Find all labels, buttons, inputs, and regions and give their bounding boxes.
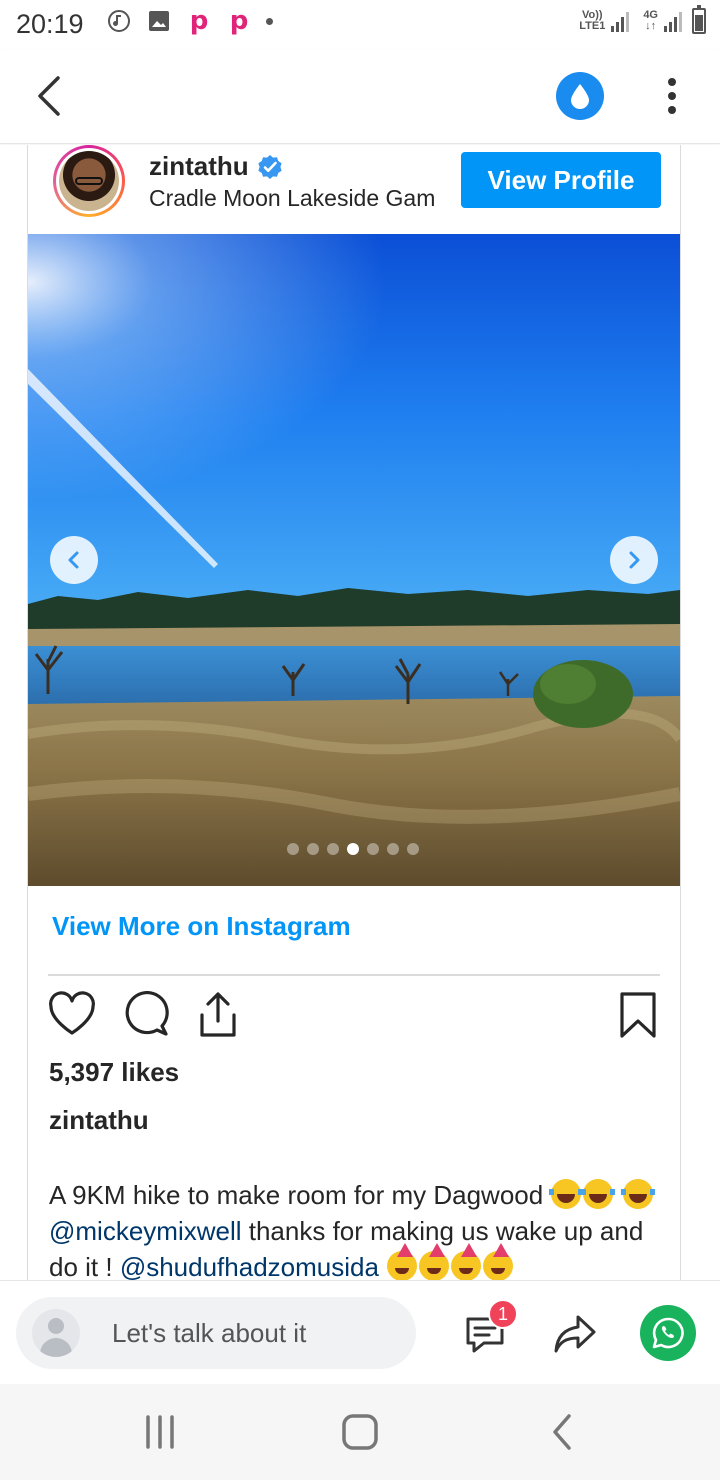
system-navigation-bar <box>0 1384 720 1480</box>
mention-link[interactable]: @shudufhadzomusida <box>120 1252 379 1280</box>
upload-share-icon <box>200 992 236 1037</box>
back-button[interactable] <box>30 74 70 118</box>
signal-1-icon <box>611 10 630 32</box>
chevron-left-icon <box>38 76 60 116</box>
like-button[interactable] <box>48 991 96 1039</box>
embedded-post-content[interactable]: zintathu Cradle Moon Lakeside Gam View P… <box>0 145 720 1280</box>
home-button[interactable] <box>340 1412 380 1452</box>
carousel-previous-button[interactable] <box>50 536 98 584</box>
likes-count[interactable]: 5,397 likes <box>49 1057 179 1088</box>
save-button[interactable] <box>614 991 662 1039</box>
comment-placeholder: Let's talk about it <box>112 1317 307 1348</box>
data-arrows-label: ↓↑ <box>645 20 657 32</box>
signal-2-icon <box>664 10 682 32</box>
laughing-emoji-icon <box>581 1179 616 1209</box>
comment-input[interactable]: Let's talk about it <box>16 1297 416 1369</box>
share-button[interactable] <box>194 991 242 1039</box>
recents-button[interactable] <box>140 1412 180 1452</box>
heart-icon <box>49 991 95 1035</box>
whatsapp-icon <box>652 1317 684 1349</box>
user-avatar-icon <box>32 1309 80 1357</box>
post-location[interactable]: Cradle Moon Lakeside Gam <box>149 185 435 212</box>
carousel-dot <box>287 843 299 855</box>
chevron-left-icon <box>68 551 79 569</box>
app-bar <box>0 50 720 144</box>
post-actions <box>48 991 660 1041</box>
notification-icons: p p <box>106 6 273 36</box>
party-face-emoji-icon <box>419 1243 450 1280</box>
comment-bubble-icon <box>125 991 169 1036</box>
carousel-dots <box>287 843 419 855</box>
chevron-right-icon <box>629 551 640 569</box>
username-text: zintathu <box>149 151 249 181</box>
comment-bar: Let's talk about it 1 <box>0 1280 720 1384</box>
whatsapp-share-button[interactable] <box>640 1305 696 1361</box>
carousel-dot <box>327 843 339 855</box>
system-back-button[interactable] <box>543 1412 583 1452</box>
view-profile-button[interactable]: View Profile <box>461 152 661 208</box>
status-bar: 20:19 p p Vo)) LTE1 4G ↓↑ <box>0 0 720 50</box>
caption-username[interactable]: zintathu <box>49 1105 149 1136</box>
more-notifications-dot-icon <box>266 17 273 25</box>
carousel-dot <box>367 843 379 855</box>
bookmark-icon <box>620 992 656 1038</box>
mention-link[interactable]: @mickeymixwell <box>49 1216 242 1246</box>
music-notification-icon <box>106 8 132 34</box>
comment-button[interactable] <box>122 991 170 1039</box>
post-caption: A 9KM hike to make room for my Dagwood @… <box>49 1177 669 1280</box>
battery-icon <box>692 5 706 34</box>
status-right: Vo)) LTE1 4G ↓↑ <box>579 5 706 34</box>
back-icon <box>553 1414 571 1450</box>
comment-count-badge: 1 <box>488 1299 518 1329</box>
verified-badge-icon <box>258 154 282 179</box>
carousel-dot <box>307 843 319 855</box>
party-face-emoji-icon <box>451 1243 482 1280</box>
laughing-emoji-icon <box>549 1179 584 1209</box>
p-app-notification-icon-2: p <box>229 6 249 36</box>
water-drop-icon <box>571 84 589 109</box>
view-more-on-instagram-link[interactable]: View More on Instagram <box>52 911 351 942</box>
post-username[interactable]: zintathu <box>149 151 283 182</box>
p-app-notification-icon: p <box>189 6 209 36</box>
vertical-dots-icon <box>668 78 676 86</box>
lake-landscape-image <box>28 234 680 886</box>
party-face-emoji-icon <box>483 1243 514 1280</box>
caption-text: A 9KM hike to make room for my Dagwood <box>49 1180 544 1210</box>
water-drop-button[interactable] <box>556 72 604 120</box>
divider <box>48 974 660 976</box>
volte-indicator: Vo)) LTE1 <box>579 10 605 32</box>
carousel-dot-active <box>347 843 359 855</box>
laughing-emoji-icon <box>620 1179 655 1209</box>
avatar <box>59 151 119 211</box>
post-photo[interactable] <box>28 234 680 886</box>
forward-arrow-icon <box>554 1315 596 1353</box>
home-icon <box>342 1414 378 1450</box>
gallery-notification-icon <box>146 8 172 34</box>
post-header: zintathu Cradle Moon Lakeside Gam View P… <box>28 145 680 234</box>
carousel-dot <box>407 843 419 855</box>
forward-share-button[interactable] <box>552 1311 598 1357</box>
story-ring[interactable] <box>53 145 125 217</box>
carousel-dot <box>387 843 399 855</box>
carousel-next-button[interactable] <box>610 536 658 584</box>
lte-label: LTE1 <box>579 20 606 32</box>
party-face-emoji-icon <box>387 1243 418 1280</box>
status-time: 20:19 <box>16 9 84 39</box>
recents-icon <box>146 1415 174 1449</box>
4g-indicator: 4G ↓↑ <box>643 10 658 32</box>
instagram-embed: zintathu Cradle Moon Lakeside Gam View P… <box>27 145 681 1280</box>
more-options-button[interactable] <box>660 74 684 118</box>
